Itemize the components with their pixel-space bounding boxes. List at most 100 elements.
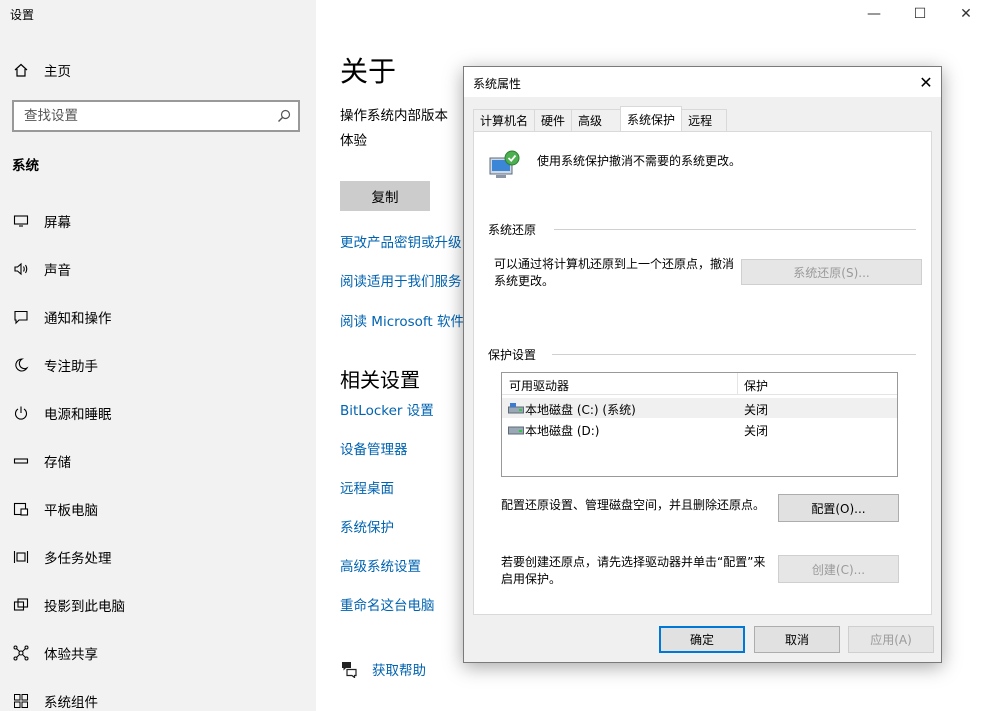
apply-button[interactable]: 应用(A) <box>848 626 934 653</box>
drive-list-header: 可用驱动器 保护 <box>502 373 897 395</box>
speaker-icon <box>12 260 30 278</box>
system-protection-link[interactable]: 系统保护 <box>340 516 394 536</box>
dialog-close-button[interactable]: ✕ <box>911 67 941 97</box>
search-icon[interactable] <box>276 108 292 124</box>
sidebar-item-label: 多任务处理 <box>44 547 112 567</box>
help-chat-icon <box>340 660 358 678</box>
dialog-titlebar[interactable]: 系统属性 ✕ <box>464 67 941 97</box>
sidebar-item-system-components[interactable]: 系统组件 <box>0 683 316 711</box>
config-description: 配置还原设置、管理磁盘空间，并且删除还原点。 <box>501 496 765 513</box>
sidebar-item-sound[interactable]: 声音 <box>0 251 316 287</box>
drive-protection-status: 关闭 <box>744 422 768 439</box>
sidebar-item-project[interactable]: 投影到此电脑 <box>0 587 316 623</box>
notification-icon <box>12 308 30 326</box>
restore-group-title: 系统还原 <box>488 221 544 238</box>
drive-name: 本地磁盘 (C:) (系统) <box>525 401 636 418</box>
minimize-button[interactable]: — <box>851 0 897 28</box>
section-heading: 系统 <box>12 154 39 174</box>
protection-group-title: 保护设置 <box>488 346 544 363</box>
system-drive-icon <box>508 402 524 414</box>
sidebar-item-label: 电源和睡眠 <box>44 403 112 423</box>
tab-computer-name[interactable]: 计算机名 <box>473 109 535 131</box>
cancel-button[interactable]: 取消 <box>754 626 840 653</box>
sidebar-item-focus-assist[interactable]: 专注助手 <box>0 347 316 383</box>
page-title: 关于 <box>340 50 396 90</box>
sidebar-item-multitasking[interactable]: 多任务处理 <box>0 539 316 575</box>
column-divider[interactable] <box>737 373 738 395</box>
tablet-icon <box>12 500 30 518</box>
divider <box>552 354 916 355</box>
sidebar-item-label: 声音 <box>44 259 71 279</box>
system-protection-icon <box>488 148 522 182</box>
maximize-button[interactable]: ☐ <box>897 0 943 28</box>
sidebar-item-label: 平板电脑 <box>44 499 98 519</box>
search-box[interactable] <box>12 100 300 132</box>
divider <box>554 229 916 230</box>
services-agreement-link[interactable]: 阅读适用于我们服务 <box>340 270 462 290</box>
advanced-system-settings-link[interactable]: 高级系统设置 <box>340 555 421 575</box>
sidebar-item-storage[interactable]: 存储 <box>0 443 316 479</box>
storage-icon <box>12 452 30 470</box>
sidebar-item-label: 存储 <box>44 451 71 471</box>
sidebar-item-label: 投影到此电脑 <box>44 595 125 615</box>
window-controls: — ☐ ✕ <box>851 0 989 28</box>
sidebar-item-label: 通知和操作 <box>44 307 112 327</box>
share-icon <box>12 644 30 662</box>
sidebar-item-label: 专注助手 <box>44 355 98 375</box>
get-help[interactable]: 获取帮助 <box>340 659 426 679</box>
device-manager-link[interactable]: 设备管理器 <box>340 438 408 458</box>
settings-sidebar: 设置 主页 系统 屏幕 声音 通知和操作 专注助手 电源和睡眠 存储 平板电脑 <box>0 0 316 711</box>
create-description: 若要创建还原点，请先选择驱动器并单击“配置”来启用保护。 <box>501 554 773 588</box>
components-icon <box>12 692 30 710</box>
rename-pc-link[interactable]: 重命名这台电脑 <box>340 594 435 614</box>
experience-label: 体验 <box>340 129 367 149</box>
power-icon <box>12 404 30 422</box>
multitask-icon <box>12 548 30 566</box>
sidebar-item-label: 主页 <box>44 60 71 80</box>
sidebar-item-label: 屏幕 <box>44 211 71 231</box>
drive-icon <box>508 423 524 435</box>
system-protection-panel: 使用系统保护撤消不需要的系统更改。 系统还原 可以通过将计算机还原到上一个还原点… <box>473 131 932 615</box>
sidebar-item-power[interactable]: 电源和睡眠 <box>0 395 316 431</box>
get-help-link[interactable]: 获取帮助 <box>372 659 426 679</box>
sidebar-item-label: 体验共享 <box>44 643 98 663</box>
drive-name: 本地磁盘 (D:) <box>525 422 599 439</box>
bitlocker-link[interactable]: BitLocker 设置 <box>340 399 434 419</box>
home-icon <box>12 61 30 79</box>
sidebar-item-label: 系统组件 <box>44 691 98 711</box>
tab-advanced[interactable]: 高级 <box>571 109 621 131</box>
sidebar-item-home[interactable]: 主页 <box>0 54 316 86</box>
os-build-label: 操作系统内部版本 <box>340 104 448 124</box>
sidebar-item-tablet[interactable]: 平板电脑 <box>0 491 316 527</box>
table-row[interactable]: 本地磁盘 (C:) (系统) 关闭 <box>502 398 897 418</box>
configure-button[interactable]: 配置(O)... <box>778 494 899 522</box>
system-properties-dialog: 系统属性 ✕ 计算机名 硬件 高级 系统保护 远程 使用系统保护撤消不需要的系统… <box>463 66 942 663</box>
monitor-icon <box>12 212 30 230</box>
dialog-tabs: 计算机名 硬件 高级 系统保护 远程 <box>473 107 726 131</box>
table-row[interactable]: 本地磁盘 (D:) 关闭 <box>502 419 897 439</box>
copy-button[interactable]: 复制 <box>340 181 430 211</box>
create-button[interactable]: 创建(C)... <box>778 555 899 583</box>
sidebar-item-shared-experiences[interactable]: 体验共享 <box>0 635 316 671</box>
drive-protection-status: 关闭 <box>744 401 768 418</box>
tab-hardware[interactable]: 硬件 <box>534 109 572 131</box>
drive-list: 可用驱动器 保护 本地磁盘 (C:) (系统) 关闭 本地磁盘 (D:) 关闭 <box>501 372 898 477</box>
system-restore-button[interactable]: 系统还原(S)... <box>741 259 922 285</box>
software-license-link[interactable]: 阅读 Microsoft 软件 <box>340 310 464 330</box>
tab-remote[interactable]: 远程 <box>681 109 727 131</box>
column-header-drives[interactable]: 可用驱动器 <box>509 377 569 394</box>
related-settings-title: 相关设置 <box>340 364 420 393</box>
sidebar-item-display[interactable]: 屏幕 <box>0 203 316 239</box>
intro-text: 使用系统保护撤消不需要的系统更改。 <box>537 152 741 169</box>
project-icon <box>12 596 30 614</box>
search-input[interactable] <box>24 108 264 124</box>
change-product-key-link[interactable]: 更改产品密钥或升级 <box>340 231 462 251</box>
tab-system-protection[interactable]: 系统保护 <box>620 106 682 131</box>
dialog-title: 系统属性 <box>473 75 521 92</box>
column-header-protection[interactable]: 保护 <box>744 377 768 394</box>
ok-button[interactable]: 确定 <box>659 626 745 653</box>
app-title: 设置 <box>10 6 34 23</box>
remote-desktop-link[interactable]: 远程桌面 <box>340 477 394 497</box>
close-button[interactable]: ✕ <box>943 0 989 28</box>
sidebar-item-notifications[interactable]: 通知和操作 <box>0 299 316 335</box>
